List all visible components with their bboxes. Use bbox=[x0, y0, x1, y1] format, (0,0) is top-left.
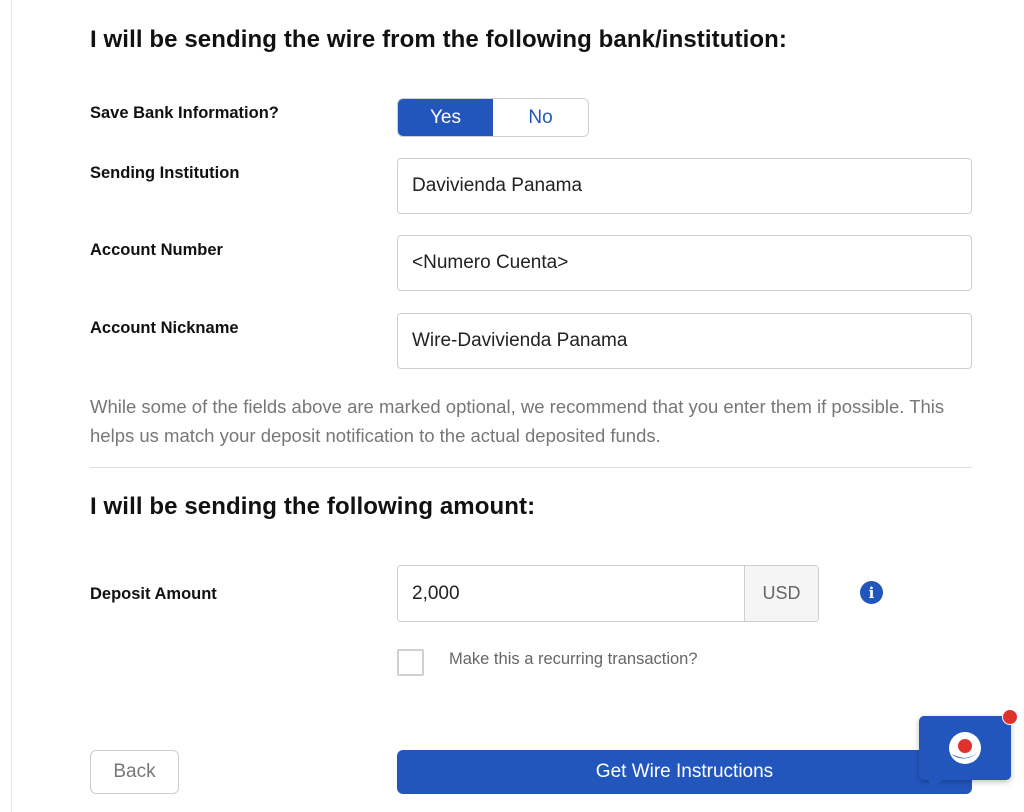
currency-addon: USD bbox=[744, 566, 818, 621]
section-divider bbox=[90, 467, 972, 468]
page: I will be sending the wire from the foll… bbox=[0, 0, 1024, 812]
recurring-label: Make this a recurring transaction? bbox=[449, 650, 698, 668]
sending-institution-input[interactable] bbox=[397, 158, 972, 214]
info-icon[interactable]: i bbox=[860, 581, 883, 604]
deposit-amount-label: Deposit Amount bbox=[90, 585, 217, 603]
account-nickname-input[interactable] bbox=[397, 313, 972, 369]
account-nickname-label: Account Nickname bbox=[90, 319, 239, 337]
recurring-checkbox[interactable] bbox=[397, 649, 424, 676]
deposit-amount-input[interactable] bbox=[398, 566, 744, 621]
deposit-amount-group: USD bbox=[397, 565, 819, 622]
save-bank-no-button[interactable]: No bbox=[493, 99, 588, 136]
save-bank-label: Save Bank Information? bbox=[90, 104, 279, 122]
chat-widget-button[interactable] bbox=[919, 716, 1011, 790]
bank-section-title: I will be sending the wire from the foll… bbox=[90, 26, 787, 53]
chat-support-icon bbox=[949, 732, 981, 764]
account-number-label: Account Number bbox=[90, 241, 223, 259]
amount-section-title: I will be sending the following amount: bbox=[90, 493, 536, 520]
save-bank-toggle: Yes No bbox=[397, 98, 589, 137]
notification-dot bbox=[1002, 709, 1018, 725]
optional-fields-help-text: While some of the fields above are marke… bbox=[90, 396, 945, 446]
save-bank-yes-button[interactable]: Yes bbox=[398, 99, 493, 136]
chat-bubble-tail bbox=[929, 780, 943, 790]
back-button[interactable]: Back bbox=[90, 750, 179, 794]
get-wire-instructions-button[interactable]: Get Wire Instructions bbox=[397, 750, 972, 794]
account-number-input[interactable] bbox=[397, 235, 972, 291]
left-divider bbox=[11, 0, 12, 812]
sending-institution-label: Sending Institution bbox=[90, 164, 240, 182]
